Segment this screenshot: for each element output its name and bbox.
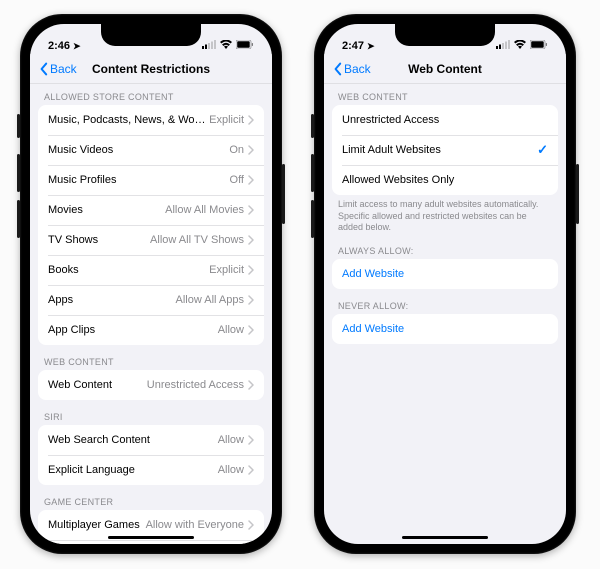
chevron-right-icon bbox=[248, 205, 254, 215]
back-label: Back bbox=[344, 62, 371, 76]
group-allowed-store: Music, Podcasts, News, & WorkoutsExplici… bbox=[38, 105, 264, 345]
wifi-icon bbox=[220, 40, 232, 52]
content-area[interactable]: WEB CONTENT Unrestricted Access Limit Ad… bbox=[324, 84, 566, 544]
row-movies[interactable]: MoviesAllow All Movies bbox=[38, 195, 264, 225]
screen-left: 2:46 ➤ Back Content Restrictions ALLOWED… bbox=[30, 24, 272, 544]
back-button[interactable]: Back bbox=[332, 62, 371, 76]
row-music-videos[interactable]: Music VideosOn bbox=[38, 135, 264, 165]
row-music-podcasts[interactable]: Music, Podcasts, News, & WorkoutsExplici… bbox=[38, 105, 264, 135]
chevron-right-icon bbox=[248, 435, 254, 445]
checkmark-icon: ✓ bbox=[537, 142, 548, 158]
row-explicit-language[interactable]: Explicit LanguageAllow bbox=[38, 455, 264, 485]
group-never-allow: Add Website bbox=[332, 314, 558, 344]
section-header-game-center: GAME CENTER bbox=[30, 485, 272, 510]
chevron-right-icon bbox=[248, 145, 254, 155]
content-area[interactable]: ALLOWED STORE CONTENT Music, Podcasts, N… bbox=[30, 84, 272, 544]
row-tv-shows[interactable]: TV ShowsAllow All TV Shows bbox=[38, 225, 264, 255]
section-footer-web-content: Limit access to many adult websites auto… bbox=[324, 195, 566, 234]
row-adding-friends[interactable]: Adding Friends bbox=[38, 540, 264, 544]
chevron-right-icon bbox=[248, 465, 254, 475]
row-add-website-always[interactable]: Add Website bbox=[332, 259, 558, 289]
home-indicator bbox=[108, 536, 194, 540]
row-music-profiles[interactable]: Music ProfilesOff bbox=[38, 165, 264, 195]
chevron-right-icon bbox=[248, 380, 254, 390]
chevron-right-icon bbox=[248, 520, 254, 530]
row-allowed-websites-only[interactable]: Allowed Websites Only bbox=[332, 165, 558, 195]
location-icon: ➤ bbox=[367, 41, 375, 52]
chevron-right-icon bbox=[248, 235, 254, 245]
chevron-right-icon bbox=[248, 325, 254, 335]
section-header-allowed-store: ALLOWED STORE CONTENT bbox=[30, 84, 272, 105]
notch bbox=[395, 24, 495, 46]
back-label: Back bbox=[50, 62, 77, 76]
signal-icon bbox=[202, 40, 216, 52]
row-books[interactable]: BooksExplicit bbox=[38, 255, 264, 285]
section-header-web-content: WEB CONTENT bbox=[324, 84, 566, 105]
signal-icon bbox=[496, 40, 510, 52]
section-header-always-allow: ALWAYS ALLOW: bbox=[324, 234, 566, 259]
chevron-right-icon bbox=[248, 265, 254, 275]
row-apps[interactable]: AppsAllow All Apps bbox=[38, 285, 264, 315]
chevron-right-icon bbox=[248, 175, 254, 185]
wifi-icon bbox=[514, 40, 526, 52]
chevron-right-icon bbox=[248, 295, 254, 305]
row-limit-adult-websites[interactable]: Limit Adult Websites✓ bbox=[332, 135, 558, 165]
section-header-never-allow: NEVER ALLOW: bbox=[324, 289, 566, 314]
row-add-website-never[interactable]: Add Website bbox=[332, 314, 558, 344]
back-button[interactable]: Back bbox=[38, 62, 77, 76]
battery-icon bbox=[530, 40, 548, 52]
phone-frame-right: 2:47 ➤ Back Web Content WEB CONTENT Unre… bbox=[314, 14, 576, 554]
nav-bar: Back Web Content bbox=[324, 54, 566, 84]
section-header-siri: SIRI bbox=[30, 400, 272, 425]
row-app-clips[interactable]: App ClipsAllow bbox=[38, 315, 264, 345]
location-icon: ➤ bbox=[73, 41, 81, 52]
row-web-search-content[interactable]: Web Search ContentAllow bbox=[38, 425, 264, 455]
status-time: 2:46 bbox=[48, 40, 70, 52]
phone-frame-left: 2:46 ➤ Back Content Restrictions ALLOWED… bbox=[20, 14, 282, 554]
nav-bar: Back Content Restrictions bbox=[30, 54, 272, 84]
row-web-content[interactable]: Web ContentUnrestricted Access bbox=[38, 370, 264, 400]
section-header-web-content: WEB CONTENT bbox=[30, 345, 272, 370]
group-always-allow: Add Website bbox=[332, 259, 558, 289]
battery-icon bbox=[236, 40, 254, 52]
screen-right: 2:47 ➤ Back Web Content WEB CONTENT Unre… bbox=[324, 24, 566, 544]
row-unrestricted-access[interactable]: Unrestricted Access bbox=[332, 105, 558, 135]
group-web-content: Web ContentUnrestricted Access bbox=[38, 370, 264, 400]
home-indicator bbox=[402, 536, 488, 540]
chevron-right-icon bbox=[248, 115, 254, 125]
group-web-content-options: Unrestricted Access Limit Adult Websites… bbox=[332, 105, 558, 195]
status-time: 2:47 bbox=[342, 40, 364, 52]
notch bbox=[101, 24, 201, 46]
group-siri: Web Search ContentAllow Explicit Languag… bbox=[38, 425, 264, 485]
